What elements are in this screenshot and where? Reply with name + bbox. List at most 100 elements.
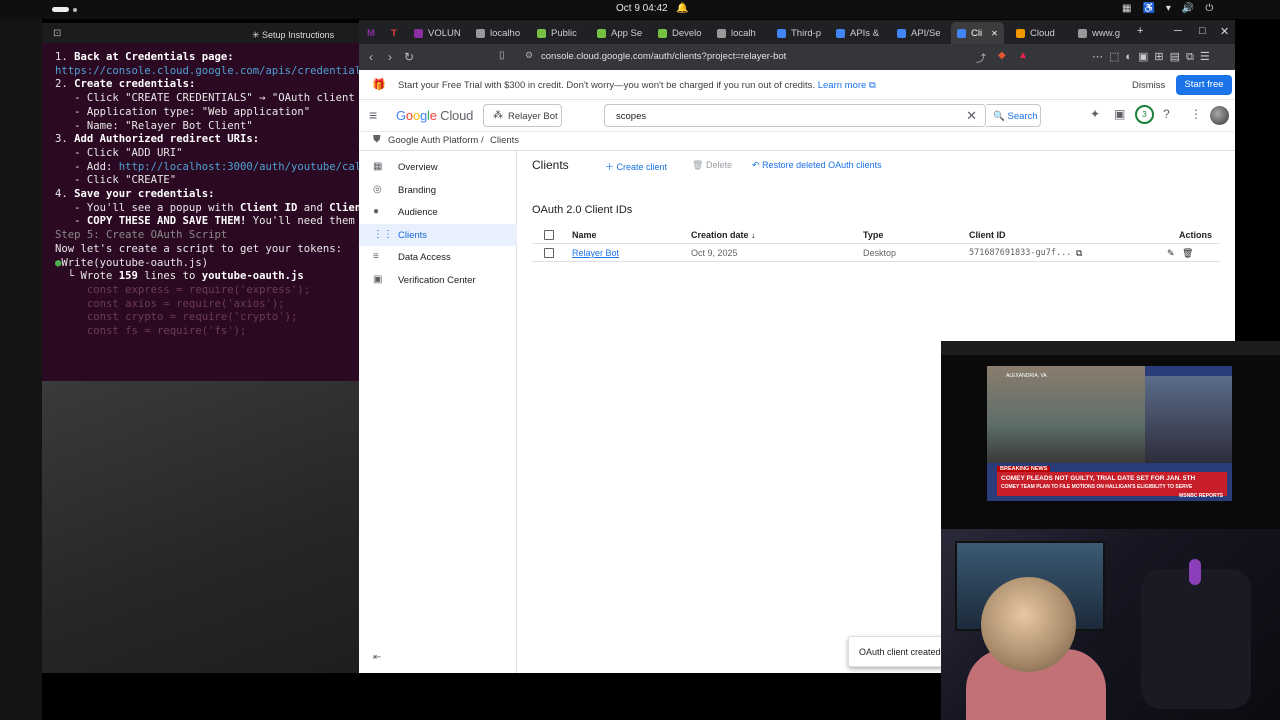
- notifications-badge[interactable]: 3: [1135, 105, 1154, 124]
- client-id: 571687691833-gu7f...: [969, 248, 1072, 258]
- cloud-shell-icon[interactable]: ▣: [1114, 107, 1135, 121]
- system-tray-icons[interactable]: ▦♿▾🔊⏻: [1122, 3, 1224, 14]
- terminal-line: - You'll see a popup with Client ID and …: [55, 201, 359, 214]
- network-logo: MSNBC REPORTS: [1179, 493, 1223, 499]
- close-tab-icon[interactable]: ✕: [991, 29, 998, 38]
- row-checkbox[interactable]: [544, 248, 554, 258]
- breadcrumb-auth-platform[interactable]: Google Auth Platform: [388, 135, 478, 146]
- col-type[interactable]: Type: [863, 230, 883, 240]
- brave-shield-icon[interactable]: ◆: [998, 50, 1006, 61]
- close-window-button[interactable]: ✕: [1220, 25, 1229, 38]
- sidebar-item-data-access[interactable]: ≡ Data Access: [359, 246, 517, 268]
- terminal-line: ●Write(youtube-oauth.js): [55, 256, 209, 269]
- col-name[interactable]: Name: [572, 230, 597, 240]
- col-client-id[interactable]: Client ID: [969, 230, 1006, 240]
- terminal-line: const crypto = require('crypto');: [55, 311, 298, 324]
- browser-tab[interactable]: API/Se: [897, 25, 941, 41]
- collapse-sidebar-icon[interactable]: ⇤: [373, 652, 381, 663]
- delete-icon[interactable]: 🗑: [1182, 248, 1193, 259]
- terminal-line: 1. Back at Credentials page:: [55, 51, 234, 63]
- delete-button[interactable]: 🗑 Delete: [692, 160, 732, 171]
- tab-favicon-icon: [1016, 28, 1025, 38]
- sidebar: ▦ Overview ◎ Branding ● Audience ⋮⋮ Clients ≡ Dat…: [359, 150, 517, 673]
- terminal-line: const axios = require('axios');: [55, 297, 285, 310]
- todoist-icon[interactable]: T: [391, 25, 397, 41]
- tab-favicon-icon: [597, 28, 606, 38]
- edit-icon[interactable]: ✎: [1167, 248, 1175, 259]
- light-image: [1189, 559, 1201, 585]
- sidebar-item-branding[interactable]: ◎ Branding: [359, 179, 517, 201]
- sidebar-item-audience[interactable]: ● Audience: [359, 201, 517, 223]
- browser-tab[interactable]: App Se: [597, 25, 642, 41]
- maximize-button[interactable]: □: [1199, 25, 1206, 37]
- terminal-line: const express = require('express');: [55, 283, 311, 296]
- address-bar-row: ‹ › ↻ ▯ ⚙ console.cloud.google.com/auth/…: [359, 44, 1235, 70]
- client-type: Desktop: [863, 248, 897, 258]
- news-broadcast: ALEXANDRIA, VA BREAKING NEWS COMEY PLEAD…: [987, 366, 1232, 501]
- brave-rewards-icon[interactable]: ▲: [1018, 50, 1028, 61]
- breadcrumb-clients[interactable]: Clients: [490, 135, 519, 146]
- workspace-indicator[interactable]: [52, 7, 69, 12]
- restore-clients-button[interactable]: ↶ Restore deleted OAuth clients: [752, 160, 882, 171]
- share-icon[interactable]: ⤴: [976, 50, 986, 65]
- workspace-dot[interactable]: [73, 8, 77, 12]
- browser-tab[interactable]: Cli ✕: [951, 22, 1004, 44]
- sort-arrow-icon: ↓: [751, 230, 756, 240]
- google-cloud-logo[interactable]: Google Cloud: [396, 108, 473, 123]
- learn-more-link[interactable]: Learn more: [818, 80, 867, 91]
- forward-icon[interactable]: ›: [388, 50, 392, 64]
- minimize-button[interactable]: ─: [1174, 25, 1182, 37]
- os-top-bar: Oct 9 04:42 🔔 ▦♿▾🔊⏻: [0, 0, 1280, 19]
- sidebar-item-clients[interactable]: ⋮⋮ Clients: [359, 223, 517, 246]
- toast-message: OAuth client created: [859, 647, 941, 657]
- browser-tab[interactable]: www.g: [1078, 25, 1120, 41]
- browser-tab[interactable]: localh: [717, 25, 756, 41]
- start-free-button[interactable]: Start free: [1176, 75, 1232, 95]
- extension-icons[interactable]: ⋯⬚◐▣⊞▤⧉☰: [1092, 50, 1216, 64]
- project-picker[interactable]: ⁂ Relayer Bot: [483, 104, 562, 127]
- cloud-header: ≡ Google Cloud ⁂ Relayer Bot scopes ✕ 🔍 Se…: [359, 100, 1235, 132]
- webcam-feed: [941, 529, 1280, 720]
- site-info-icon[interactable]: ⚙: [525, 50, 533, 61]
- terminal-line: const fs = require('fs');: [55, 325, 247, 338]
- hamburger-menu-icon[interactable]: ≡: [369, 107, 377, 123]
- search-button[interactable]: 🔍 Search: [986, 104, 1041, 127]
- gmail-icon[interactable]: M: [367, 25, 375, 41]
- browser-tab[interactable]: localho: [476, 25, 520, 41]
- system-clock[interactable]: Oct 9 04:42: [616, 3, 668, 14]
- dismiss-button[interactable]: Dismiss: [1132, 80, 1165, 91]
- terminal-line: - Click "CREATE CREDENTIALS" → "OAuth cl…: [55, 92, 359, 105]
- reload-icon[interactable]: ↻: [404, 50, 414, 64]
- copy-icon[interactable]: ⧉: [1076, 248, 1082, 259]
- select-all-checkbox[interactable]: [544, 230, 554, 240]
- sidebar-item-overview[interactable]: ▦ Overview: [359, 156, 517, 178]
- browser-tab[interactable]: Public: [537, 25, 577, 41]
- back-icon[interactable]: ‹: [369, 50, 373, 64]
- new-tab-button[interactable]: +: [1137, 25, 1143, 37]
- video-browser-ui: [941, 341, 1280, 355]
- bookmark-icon[interactable]: ▯: [499, 50, 505, 61]
- sidebar-item-label: Branding: [398, 184, 437, 196]
- browser-tab[interactable]: Develo: [658, 25, 702, 41]
- more-vert-icon[interactable]: ⋮: [1190, 107, 1212, 121]
- sidebar-item-verification-center[interactable]: ▣ Verification Center: [359, 269, 517, 291]
- tab-label: Cloud: [1030, 27, 1055, 39]
- client-name-link[interactable]: Relayer Bot: [572, 248, 619, 258]
- browser-tab[interactable]: APIs &: [836, 25, 879, 41]
- terminal-window[interactable]: ⊡ ✳ Setup Instructions 1. Back at Creden…: [42, 23, 359, 381]
- table-header: Name Creation date ↓ Type Client ID Acti…: [532, 226, 1220, 244]
- search-input[interactable]: scopes ✕: [604, 104, 986, 127]
- browser-tab[interactable]: Third-p: [777, 25, 821, 41]
- browser-tab[interactable]: VOLUN: [414, 25, 461, 41]
- browser-tab[interactable]: Cloud: [1016, 25, 1055, 41]
- url-field[interactable]: ⚙ console.cloud.google.com/auth/clients?…: [517, 47, 1029, 67]
- col-creation-date[interactable]: Creation date ↓: [691, 230, 756, 240]
- sidebar-icon: ≡: [373, 251, 379, 262]
- gemini-icon[interactable]: ✦: [1090, 107, 1110, 121]
- tab-label: localho: [490, 27, 521, 39]
- sidebar-icon: ◎: [373, 183, 382, 195]
- clear-search-icon[interactable]: ✕: [966, 108, 977, 124]
- account-avatar[interactable]: [1210, 106, 1229, 125]
- help-icon[interactable]: ?: [1163, 107, 1180, 121]
- create-client-button[interactable]: ＋ Create client: [605, 160, 667, 173]
